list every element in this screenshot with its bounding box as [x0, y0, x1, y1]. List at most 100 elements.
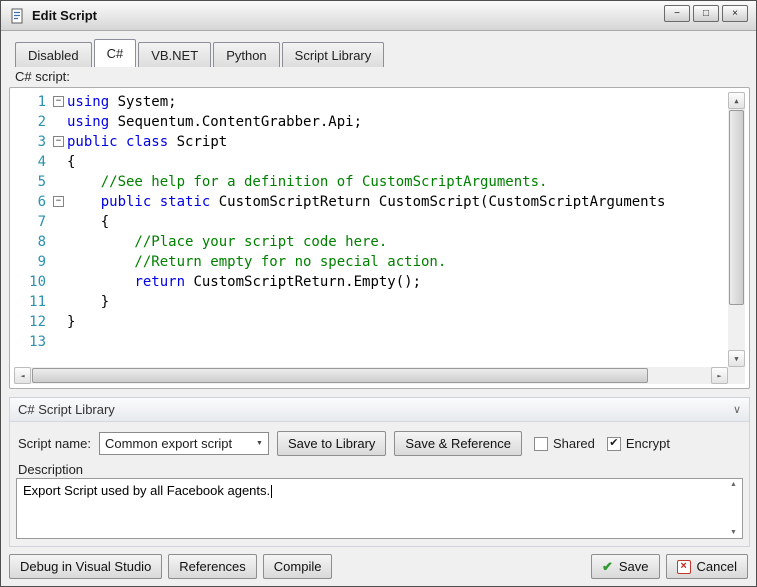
fold-column	[52, 212, 67, 232]
code-line[interactable]: 11 }	[14, 292, 728, 312]
dropdown-arrow-icon[interactable]: ▼	[250, 440, 263, 447]
description-field[interactable]: Export Script used by all Facebook agent…	[16, 478, 743, 539]
description-scroll-arrows: ▲ ▼	[727, 481, 740, 536]
edit-script-dialog: Edit Script − □ × Disabled C# VB.NET Pyt…	[0, 0, 757, 587]
minimize-icon[interactable]: −	[664, 5, 690, 22]
references-button[interactable]: References	[168, 554, 256, 579]
scrollbar-corner	[728, 367, 745, 384]
scroll-down-icon[interactable]: ▼	[728, 350, 745, 367]
script-library-panel: C# Script Library ∨ Script name: Common …	[9, 397, 750, 547]
description-label: Description	[18, 462, 83, 477]
encrypt-check-group: ✔ Encrypt	[607, 436, 670, 451]
fold-column: −	[52, 192, 67, 212]
code-text: using System;	[67, 92, 177, 112]
fold-toggle-icon[interactable]: −	[53, 196, 64, 207]
line-number: 9	[14, 252, 52, 272]
library-controls-row: Script name: Common export script ▼ Save…	[18, 431, 741, 456]
shared-checkbox[interactable]	[534, 437, 548, 451]
code-text: public static CustomScriptReturn CustomS…	[67, 192, 665, 212]
code-line[interactable]: 6− public static CustomScriptReturn Cust…	[14, 192, 728, 212]
line-number: 4	[14, 152, 52, 172]
window-controls: − □ ×	[664, 5, 748, 22]
scroll-down-icon[interactable]: ▼	[730, 529, 737, 536]
code-line[interactable]: 5 //See help for a definition of CustomS…	[14, 172, 728, 192]
line-number: 8	[14, 232, 52, 252]
code-editor-frame: 1−using System;2using Sequentum.ContentG…	[9, 87, 750, 389]
script-name-combobox[interactable]: Common export script ▼	[99, 432, 269, 455]
fold-column: −	[52, 132, 67, 152]
tab-python[interactable]: Python	[213, 42, 279, 67]
code-text: {	[67, 212, 109, 232]
fold-column	[52, 332, 67, 352]
line-number: 7	[14, 212, 52, 232]
script-library-header[interactable]: C# Script Library ∨	[10, 398, 749, 422]
vertical-scrollbar-thumb[interactable]	[729, 110, 744, 305]
cancel-x-icon: ×	[677, 560, 691, 574]
code-line[interactable]: 13	[14, 332, 728, 352]
vertical-scrollbar[interactable]: ▲ ▼	[728, 92, 745, 367]
scroll-left-icon[interactable]: ◄	[14, 367, 31, 384]
script-name-value: Common export script	[105, 436, 232, 451]
horizontal-scrollbar[interactable]: ◄ ►	[14, 367, 728, 384]
code-line[interactable]: 4{	[14, 152, 728, 172]
fold-column	[52, 272, 67, 292]
code-line[interactable]: 7 {	[14, 212, 728, 232]
save-and-reference-button[interactable]: Save & Reference	[394, 431, 522, 456]
scroll-up-icon[interactable]: ▲	[728, 92, 745, 109]
line-number: 1	[14, 92, 52, 112]
close-icon[interactable]: ×	[722, 5, 748, 22]
line-number: 2	[14, 112, 52, 132]
fold-toggle-icon[interactable]: −	[53, 96, 64, 107]
code-line[interactable]: 3−public class Script	[14, 132, 728, 152]
chevron-down-icon[interactable]: ∨	[733, 403, 741, 416]
encrypt-checkbox[interactable]: ✔	[607, 437, 621, 451]
tab-vbnet[interactable]: VB.NET	[138, 42, 211, 67]
code-line[interactable]: 1−using System;	[14, 92, 728, 112]
fold-column: −	[52, 92, 67, 112]
description-text: Export Script used by all Facebook agent…	[23, 483, 270, 498]
code-line[interactable]: 12}	[14, 312, 728, 332]
window-title: Edit Script	[32, 8, 97, 23]
title-bar[interactable]: Edit Script − □ ×	[1, 1, 756, 31]
line-number: 12	[14, 312, 52, 332]
fold-column	[52, 252, 67, 272]
save-button-label: Save	[619, 559, 649, 574]
scroll-up-icon[interactable]: ▲	[730, 481, 737, 488]
scroll-right-icon[interactable]: ►	[711, 367, 728, 384]
fold-column	[52, 232, 67, 252]
compile-button[interactable]: Compile	[263, 554, 333, 579]
script-library-header-label: C# Script Library	[18, 402, 115, 417]
code-line[interactable]: 8 //Place your script code here.	[14, 232, 728, 252]
save-button[interactable]: ✔ Save	[591, 554, 660, 579]
text-cursor	[271, 485, 272, 498]
shared-label: Shared	[553, 436, 595, 451]
footer-right-buttons: ✔ Save × Cancel	[591, 554, 748, 579]
shared-check-group: Shared	[534, 436, 595, 451]
edit-script-icon	[9, 8, 25, 24]
code-text: //See help for a definition of CustomScr…	[67, 172, 547, 192]
code-text: //Return empty for no special action.	[67, 252, 446, 272]
horizontal-scrollbar-thumb[interactable]	[32, 368, 648, 383]
code-line[interactable]: 9 //Return empty for no special action.	[14, 252, 728, 272]
fold-toggle-icon[interactable]: −	[53, 136, 64, 147]
line-number: 11	[14, 292, 52, 312]
debug-in-visual-studio-button[interactable]: Debug in Visual Studio	[9, 554, 162, 579]
line-number: 6	[14, 192, 52, 212]
code-line[interactable]: 10 return CustomScriptReturn.Empty();	[14, 272, 728, 292]
cancel-button-label: Cancel	[697, 559, 737, 574]
code-editor[interactable]: 1−using System;2using Sequentum.ContentG…	[14, 92, 745, 384]
tab-csharp[interactable]: C#	[94, 39, 137, 67]
save-check-icon: ✔	[602, 559, 613, 575]
tab-script-library[interactable]: Script Library	[282, 42, 385, 67]
encrypt-label: Encrypt	[626, 436, 670, 451]
tab-disabled[interactable]: Disabled	[15, 42, 92, 67]
save-to-library-button[interactable]: Save to Library	[277, 431, 386, 456]
code-line[interactable]: 2 using Sequentum.ContentGrabber.Api;	[14, 112, 728, 132]
code-text: using Sequentum.ContentGrabber.Api;	[67, 112, 362, 132]
code-lines[interactable]: 1−using System;2using Sequentum.ContentG…	[14, 92, 728, 367]
code-text: }	[67, 312, 75, 332]
code-text: public class Script	[67, 132, 227, 152]
maximize-icon[interactable]: □	[693, 5, 719, 22]
fold-column	[52, 312, 67, 332]
cancel-button[interactable]: × Cancel	[666, 554, 748, 579]
